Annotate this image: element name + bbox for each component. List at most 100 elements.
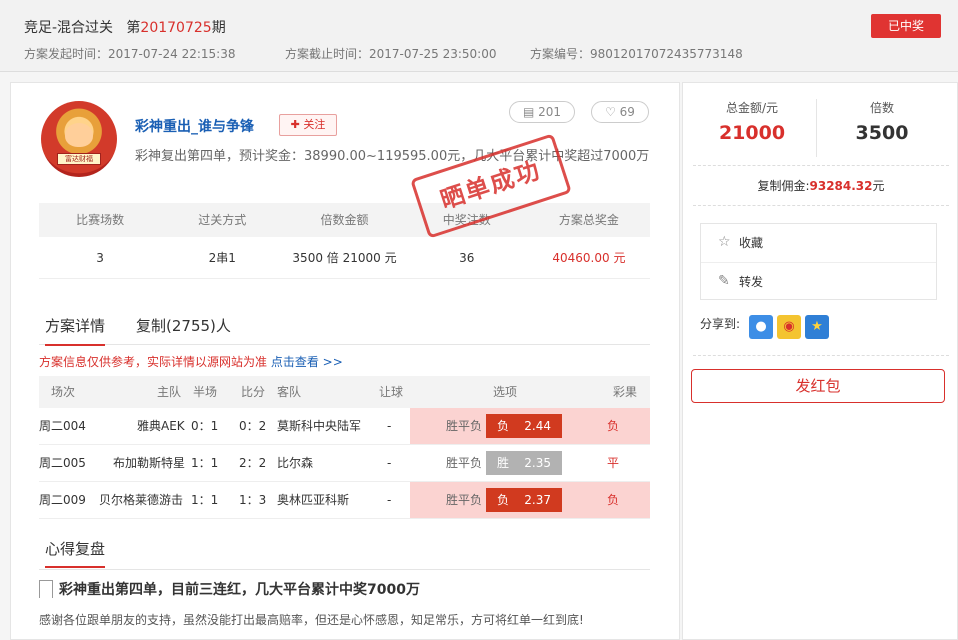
issue-number: 20170725 — [140, 20, 212, 36]
qzone-share-icon[interactable]: ★ — [805, 315, 829, 339]
like-count: 69 — [619, 105, 635, 119]
home-team: 贝尔格莱德游击 — [99, 493, 184, 507]
view-details-link[interactable]: 点击查看 >> — [271, 355, 343, 369]
comment-icon: ▤ — [522, 105, 535, 119]
star-outline-icon: ☆ — [718, 234, 731, 250]
divider — [693, 205, 949, 206]
home-team: 布加勒斯特星 — [113, 456, 186, 470]
qq-share-icon[interactable]: ● — [749, 315, 773, 339]
avatar[interactable]: 富达财福 — [41, 101, 117, 177]
match-result: 平 — [607, 456, 620, 470]
summary-sidebar: 总金额/元 21000 倍数 3500 复制佣金:93284.32元 ☆ 收藏 … — [682, 82, 958, 640]
pick-odds: 负 2.37 — [486, 488, 562, 512]
summary-figures: 总金额/元 21000 倍数 3500 — [683, 99, 958, 159]
forward-label: 转发 — [739, 275, 764, 289]
divider — [693, 355, 949, 356]
comment-count-button[interactable]: ▤ 201 — [509, 101, 575, 123]
edit-share-icon: ✎ — [718, 273, 730, 289]
multiple-value: 3500 — [855, 122, 909, 144]
copy-commission: 复制佣金:93284.32元 — [683, 177, 958, 194]
odds-value: 2.35 — [524, 456, 551, 470]
col-header-match-id: 场次 — [51, 385, 76, 399]
tab-plan-details[interactable]: 方案详情 — [45, 315, 106, 346]
issue-suffix: 期 — [211, 20, 226, 36]
match-id: 周二005 — [39, 456, 86, 470]
stats-value-row: 3 2串1 3500 倍 21000 元 36 40460.00 元 — [39, 237, 650, 279]
col-header-result: 彩果 — [613, 385, 638, 399]
pick: 负 — [497, 493, 510, 507]
col-header-half: 半场 — [193, 385, 218, 399]
notice: 方案信息仅供参考，实际详情以源网站为准 点击查看 >> — [39, 353, 343, 370]
main-panel: 富达财福 彩神重出_谁与争锋 ✚ 关注 ▤ 201 ♡ 69 彩神复出第四单，预… — [10, 82, 680, 640]
send-red-packet-button[interactable]: 发红包 — [691, 369, 945, 403]
comment-count: 201 — [538, 105, 562, 119]
share-label: 分享到: — [700, 317, 741, 331]
forward-button[interactable]: ✎ 转发 — [701, 262, 936, 300]
multiple-amount: 3500 倍 21000 元 — [292, 251, 397, 265]
issue-prefix: 第 — [126, 20, 141, 36]
weibo-share-icon[interactable]: ◉ — [777, 315, 801, 339]
follow-button[interactable]: ✚ 关注 — [279, 114, 337, 136]
odds-value: 2.44 — [524, 419, 551, 433]
match-id: 周二004 — [39, 419, 86, 433]
action-box: ☆ 收藏 ✎ 转发 — [700, 223, 937, 300]
match-table: 场次 主队 半场 比分 客队 让球 选项 彩果 周二004 雅典AEK 0：1 … — [39, 376, 650, 519]
stats-header-cell: 过关方式 — [198, 213, 247, 227]
col-header-away: 客队 — [277, 385, 302, 399]
away-team: 莫斯科中央陆军 — [277, 419, 362, 433]
table-row: 周二009 贝尔格莱德游击 1：1 1：3 奥林匹亚科斯 - 胜平负 负 2.3… — [39, 482, 650, 519]
review-section-title[interactable]: 心得复盘 — [45, 538, 106, 568]
handicap: - — [387, 456, 392, 470]
winning-bets: 36 — [459, 251, 475, 265]
plan-stats-table: 比赛场数 过关方式 倍数金额 中奖注数 方案总奖金 3 2串1 3500 倍 2… — [39, 203, 650, 279]
bookmark-icon — [39, 580, 53, 598]
plan-id: 98012017072435773148 — [590, 47, 743, 61]
tab-copy-users[interactable]: 复制(2755)人 — [136, 315, 231, 336]
favorite-button[interactable]: ☆ 收藏 — [701, 224, 936, 262]
odds-value: 2.37 — [524, 493, 551, 507]
username-link[interactable]: 彩神重出_谁与争锋 — [135, 116, 254, 136]
end-time: 2017-07-25 23:50:00 — [369, 47, 497, 61]
bet-options: 胜平负 — [446, 493, 483, 507]
won-badge[interactable]: 已中奖 — [871, 14, 941, 38]
pick-odds: 负 2.44 — [486, 414, 562, 438]
full-score: 2：2 — [239, 456, 267, 470]
divider — [693, 165, 949, 166]
pick: 胜 — [497, 456, 510, 470]
away-team: 奥林匹亚科斯 — [277, 493, 350, 507]
stats-header-cell: 倍数金额 — [320, 213, 369, 227]
review-body: 感谢各位跟单朋友的支持，虽然没能打出最高赔率，但还是心怀感恩，知足常乐，方可将红… — [39, 613, 584, 627]
match-result: 负 — [607, 493, 620, 507]
handicap: - — [387, 419, 392, 433]
match-id: 周二009 — [39, 493, 86, 507]
stats-header-row: 比赛场数 过关方式 倍数金额 中奖注数 方案总奖金 — [39, 203, 650, 237]
start-time-label: 方案发起时间： — [24, 47, 109, 61]
match-result: 负 — [607, 419, 620, 433]
total-amount-block: 总金额/元 21000 — [683, 99, 821, 144]
col-header-options: 选项 — [493, 385, 518, 399]
full-score: 1：3 — [239, 493, 267, 507]
half-score: 1：1 — [191, 456, 219, 470]
plan-id-meta: 方案编号：98012017072435773148 — [530, 45, 743, 62]
half-score: 1：1 — [191, 493, 219, 507]
col-header-handicap: 让球 — [379, 385, 404, 399]
pass-type: 2串1 — [208, 251, 236, 265]
col-header-score: 比分 — [241, 385, 266, 399]
multiple-block: 倍数 3500 — [813, 99, 951, 144]
multiple-label: 倍数 — [869, 101, 894, 115]
stats-header-cell: 方案总奖金 — [558, 213, 619, 227]
commission-value: 93284.32 — [809, 179, 873, 193]
match-table-header: 场次 主队 半场 比分 客队 让球 选项 彩果 — [39, 376, 650, 408]
lottery-type: 竞足-混合过关 — [24, 20, 114, 36]
bet-options: 胜平负 — [446, 456, 483, 470]
total-amount-value: 21000 — [718, 122, 786, 144]
start-time-meta: 方案发起时间：2017-07-24 22:15:38 — [24, 45, 235, 62]
bet-options: 胜平负 — [446, 419, 483, 433]
start-time: 2017-07-24 22:15:38 — [108, 47, 236, 61]
like-count-button[interactable]: ♡ 69 — [591, 101, 649, 123]
commission-label: 复制佣金: — [757, 179, 810, 193]
away-team: 比尔森 — [277, 456, 314, 470]
avatar-plaque: 富达财福 — [57, 153, 101, 165]
thumbs-up-icon: ♡ — [605, 105, 616, 119]
notice-text: 方案信息仅供参考，实际详情以源网站为准 — [39, 355, 271, 369]
